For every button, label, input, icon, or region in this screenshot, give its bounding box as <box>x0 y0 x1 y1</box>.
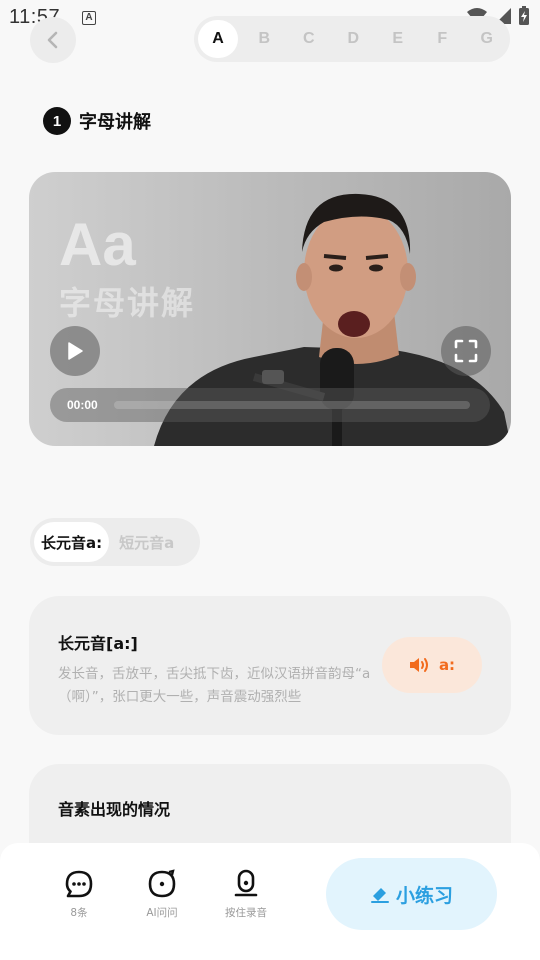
video-overlay-title: Aa <box>59 211 136 278</box>
occurrence-title: 音素出现的情况 <box>58 800 171 819</box>
section-number-badge: 1 <box>43 107 71 135</box>
ai-bubble-icon <box>148 869 176 898</box>
fullscreen-button[interactable] <box>441 326 491 376</box>
eraser-pen-icon <box>370 888 389 903</box>
letter-lesson-screen: 11:57 A A B C D E F G 1 字母讲解 Aa 字母讲解 00:… <box>0 0 540 960</box>
comments-button[interactable]: 8条 <box>49 869 109 920</box>
long-vowel-title: 长元音[a:] <box>58 634 138 653</box>
bottom-action-bar: 8条 AI问问 按住录音 小练习 <box>0 843 540 960</box>
video-current-time: 00:00 <box>67 398 98 412</box>
play-icon <box>68 342 83 360</box>
long-vowel-card: 长元音[a:] 发长音，舌放平，舌尖抵下齿，近似汉语拼音韵母“a（啊）”，张口更… <box>29 596 511 735</box>
microphone-icon <box>234 869 258 897</box>
video-player[interactable]: Aa 字母讲解 00:00 <box>29 172 511 446</box>
long-vowel-description: 发长音，舌放平，舌尖抵下齿，近似汉语拼音韵母“a（啊）”，张口更大一些，声音震动… <box>58 666 371 705</box>
short-vowel-tab[interactable]: 短元音a <box>109 522 184 562</box>
tab-letter-f[interactable]: F <box>420 20 465 58</box>
fullscreen-icon <box>454 339 478 363</box>
tab-letter-d[interactable]: D <box>331 20 376 58</box>
tab-letter-a[interactable]: A <box>198 20 238 58</box>
practice-button[interactable]: 小练习 <box>326 858 497 930</box>
letter-tabs: A B C D E F G <box>194 16 510 62</box>
comment-icon <box>65 870 93 898</box>
ai-ask-label: AI问问 <box>146 907 178 919</box>
vowel-type-toggle: 长元音a: 短元音a <box>30 518 200 566</box>
comments-label: 8条 <box>70 907 88 919</box>
battery-icon <box>519 6 529 25</box>
play-button[interactable] <box>50 326 100 376</box>
play-sound-button[interactable]: a: <box>382 637 482 693</box>
record-label: 按住录音 <box>225 907 267 919</box>
video-progress-bar: 00:00 <box>50 388 490 422</box>
hold-to-record-button[interactable]: 按住录音 <box>216 869 276 920</box>
tab-letter-b[interactable]: B <box>242 20 287 58</box>
section-title: 字母讲解 <box>79 112 151 133</box>
tab-letter-g[interactable]: G <box>465 20 510 58</box>
sound-label: a: <box>438 656 456 674</box>
chevron-left-icon <box>47 31 58 49</box>
tab-letter-e[interactable]: E <box>376 20 421 58</box>
a-notification-icon: A <box>82 11 96 25</box>
ai-ask-button[interactable]: AI问问 <box>132 869 192 920</box>
tab-letter-c[interactable]: C <box>287 20 332 58</box>
video-seek-track[interactable] <box>114 401 470 409</box>
practice-label: 小练习 <box>395 884 453 907</box>
speaker-icon <box>409 658 428 672</box>
long-vowel-tab[interactable]: 长元音a: <box>34 522 110 562</box>
back-button[interactable] <box>30 17 76 63</box>
section-header: 1 字母讲解 <box>43 107 151 135</box>
